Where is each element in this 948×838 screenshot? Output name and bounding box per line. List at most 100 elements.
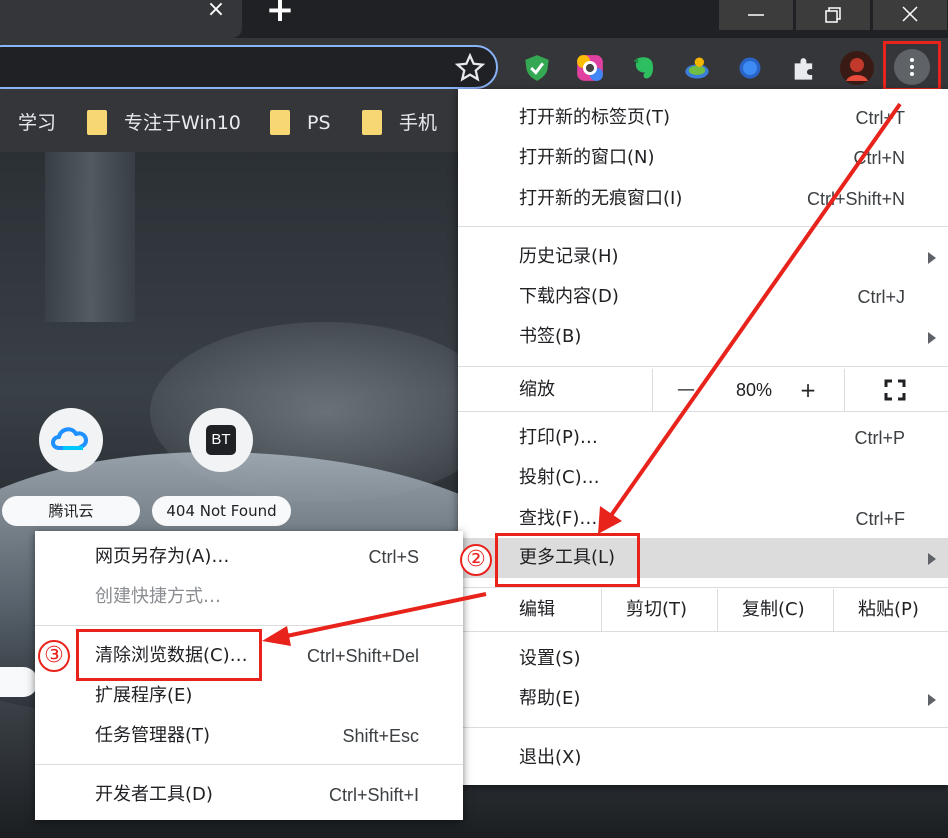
menu-separator: [458, 631, 948, 632]
menu-shortcut: Ctrl+N: [853, 148, 905, 168]
address-bar[interactable]: [0, 45, 498, 89]
menu-button-highlight: [883, 41, 941, 91]
menu-zoom-row: 缩放 — 80% +: [458, 369, 948, 411]
edit-divider: [601, 589, 602, 631]
menu-shortcut: Ctrl+T: [855, 108, 906, 128]
shortcut-label-tencent-cloud[interactable]: 腾讯云: [2, 496, 140, 526]
edit-divider: [833, 589, 834, 631]
cloud-icon: [51, 427, 88, 450]
submenu-shortcut: Ctrl+Shift+I: [328, 785, 419, 805]
submenu-shortcut: Ctrl+S: [368, 547, 419, 567]
bookmark-folder-phone[interactable]: 手机: [399, 110, 437, 136]
shortcut-label-404[interactable]: 404 Not Found: [152, 496, 291, 526]
shortcut-label-partial[interactable]: [0, 667, 38, 697]
menu-shortcut: Ctrl+P: [854, 428, 905, 448]
submenu-arrow-icon: [928, 332, 936, 344]
chrome-main-menu: 打开新的标签页(T) Ctrl+T 打开新的窗口(N) Ctrl+N 打开新的无痕窗…: [458, 89, 948, 785]
menu-separator: [458, 226, 948, 227]
background-pillar: [45, 152, 135, 322]
color-picker-extension-icon[interactable]: [576, 54, 604, 82]
menu-label: 打开新的无痕窗口(I): [519, 188, 683, 209]
toolbar: [0, 38, 948, 92]
menu-item-downloads[interactable]: 下载内容(D) Ctrl+J: [458, 277, 948, 317]
submenu-item-extensions[interactable]: 扩展程序(E): [35, 676, 463, 716]
bookmark-star-icon[interactable]: [455, 53, 485, 83]
menu-edit-row: 编辑 剪切(T) 复制(C) 粘贴(P): [458, 589, 948, 631]
zoom-label: 缩放: [519, 379, 555, 400]
folder-icon: [87, 110, 107, 135]
menu-item-settings[interactable]: 设置(S): [458, 639, 948, 679]
menu-item-print[interactable]: 打印(P)… Ctrl+P: [458, 418, 948, 458]
menu-item-cast[interactable]: 投射(C)…: [458, 458, 948, 498]
kebab-dot: [910, 65, 914, 69]
zoom-divider: [652, 369, 653, 411]
menu-label: 书签(B): [519, 326, 582, 347]
shield-extension-icon[interactable]: [523, 54, 551, 82]
folder-icon: [270, 110, 290, 135]
bookmark-folder-ps[interactable]: PS: [307, 110, 331, 136]
menu-separator: [458, 411, 948, 412]
kebab-dot: [910, 72, 914, 76]
submenu-item-developer-tools[interactable]: 开发者工具(D) Ctrl+Shift+I: [35, 775, 463, 815]
menu-label: 打开新的窗口(N): [519, 147, 655, 168]
new-tab-button[interactable]: +: [260, 0, 300, 27]
menu-item-help[interactable]: 帮助(E): [458, 679, 948, 719]
download-manager-extension-icon[interactable]: [683, 54, 711, 82]
menu-item-new-tab[interactable]: 打开新的标签页(T) Ctrl+T: [458, 98, 948, 138]
more-menu-button[interactable]: [894, 49, 930, 85]
submenu-label: 任务管理器(T): [95, 725, 211, 746]
cut-button[interactable]: 剪切(T): [626, 589, 687, 631]
folder-icon: [362, 110, 382, 135]
shortcut-404[interactable]: BT: [189, 408, 253, 472]
minimize-button[interactable]: [719, 0, 793, 30]
annotation-box-clear-data: [76, 629, 262, 681]
edit-label: 编辑: [519, 599, 555, 620]
menu-item-history[interactable]: 历史记录(H): [458, 237, 948, 277]
menu-label: 下载内容(D): [519, 286, 619, 307]
submenu-shortcut: Ctrl+Shift+Del: [306, 646, 419, 666]
menu-shortcut: Ctrl+J: [857, 287, 905, 307]
menu-separator: [458, 727, 948, 728]
fullscreen-icon[interactable]: [883, 378, 907, 402]
menu-item-exit[interactable]: 退出(X): [458, 738, 948, 778]
evernote-extension-icon[interactable]: [630, 54, 658, 82]
puzzle-extensions-icon[interactable]: [790, 54, 818, 82]
submenu-separator: [35, 764, 463, 765]
paste-button[interactable]: 粘贴(P): [858, 589, 919, 631]
submenu-arrow-icon: [928, 694, 936, 706]
submenu-label: 扩展程序(E): [95, 685, 193, 706]
profile-avatar-icon[interactable]: [840, 51, 874, 85]
menu-label: 退出(X): [519, 747, 582, 768]
menu-label: 打开新的标签页(T): [519, 107, 671, 128]
menu-item-incognito[interactable]: 打开新的无痕窗口(I) Ctrl+Shift+N: [458, 179, 948, 219]
tab-close-icon[interactable]: ×: [204, 0, 228, 22]
submenu-item-task-manager[interactable]: 任务管理器(T) Shift+Esc: [35, 716, 463, 756]
bookmark-folder-win10[interactable]: 专注于Win10: [124, 110, 241, 136]
menu-item-new-window[interactable]: 打开新的窗口(N) Ctrl+N: [458, 138, 948, 178]
menu-item-bookmarks[interactable]: 书签(B): [458, 317, 948, 357]
menu-shortcut: Ctrl+Shift+N: [806, 189, 905, 209]
active-tab[interactable]: ×: [0, 0, 242, 38]
submenu-item-save-page[interactable]: 网页另存为(A)… Ctrl+S: [35, 537, 463, 577]
zoom-out-button[interactable]: —: [676, 369, 696, 411]
restore-button[interactable]: [796, 0, 870, 30]
zoom-value: 80%: [735, 380, 773, 400]
submenu-arrow-icon: [928, 553, 936, 565]
menu-shortcut: Ctrl+F: [855, 509, 906, 529]
submenu-label: 网页另存为(A)…: [95, 546, 230, 567]
menu-label: 投射(C)…: [519, 467, 600, 488]
copy-button[interactable]: 复制(C): [742, 589, 805, 631]
minimize-icon: [748, 14, 764, 16]
submenu-arrow-icon: [928, 252, 936, 264]
blue-dot-extension-icon[interactable]: [736, 54, 764, 82]
close-window-button[interactable]: [873, 0, 947, 30]
shortcut-tencent-cloud[interactable]: [39, 408, 103, 472]
bookmark-folder-study[interactable]: 学习: [18, 110, 56, 136]
menu-separator: [458, 366, 948, 367]
zoom-in-button[interactable]: +: [798, 369, 818, 411]
submenu-label: 开发者工具(D): [95, 784, 213, 805]
submenu-item-create-shortcut[interactable]: 创建快捷方式…: [35, 577, 463, 617]
edit-divider: [717, 589, 718, 631]
menu-label: 打印(P)…: [519, 427, 598, 448]
menu-label: 设置(S): [519, 648, 581, 669]
